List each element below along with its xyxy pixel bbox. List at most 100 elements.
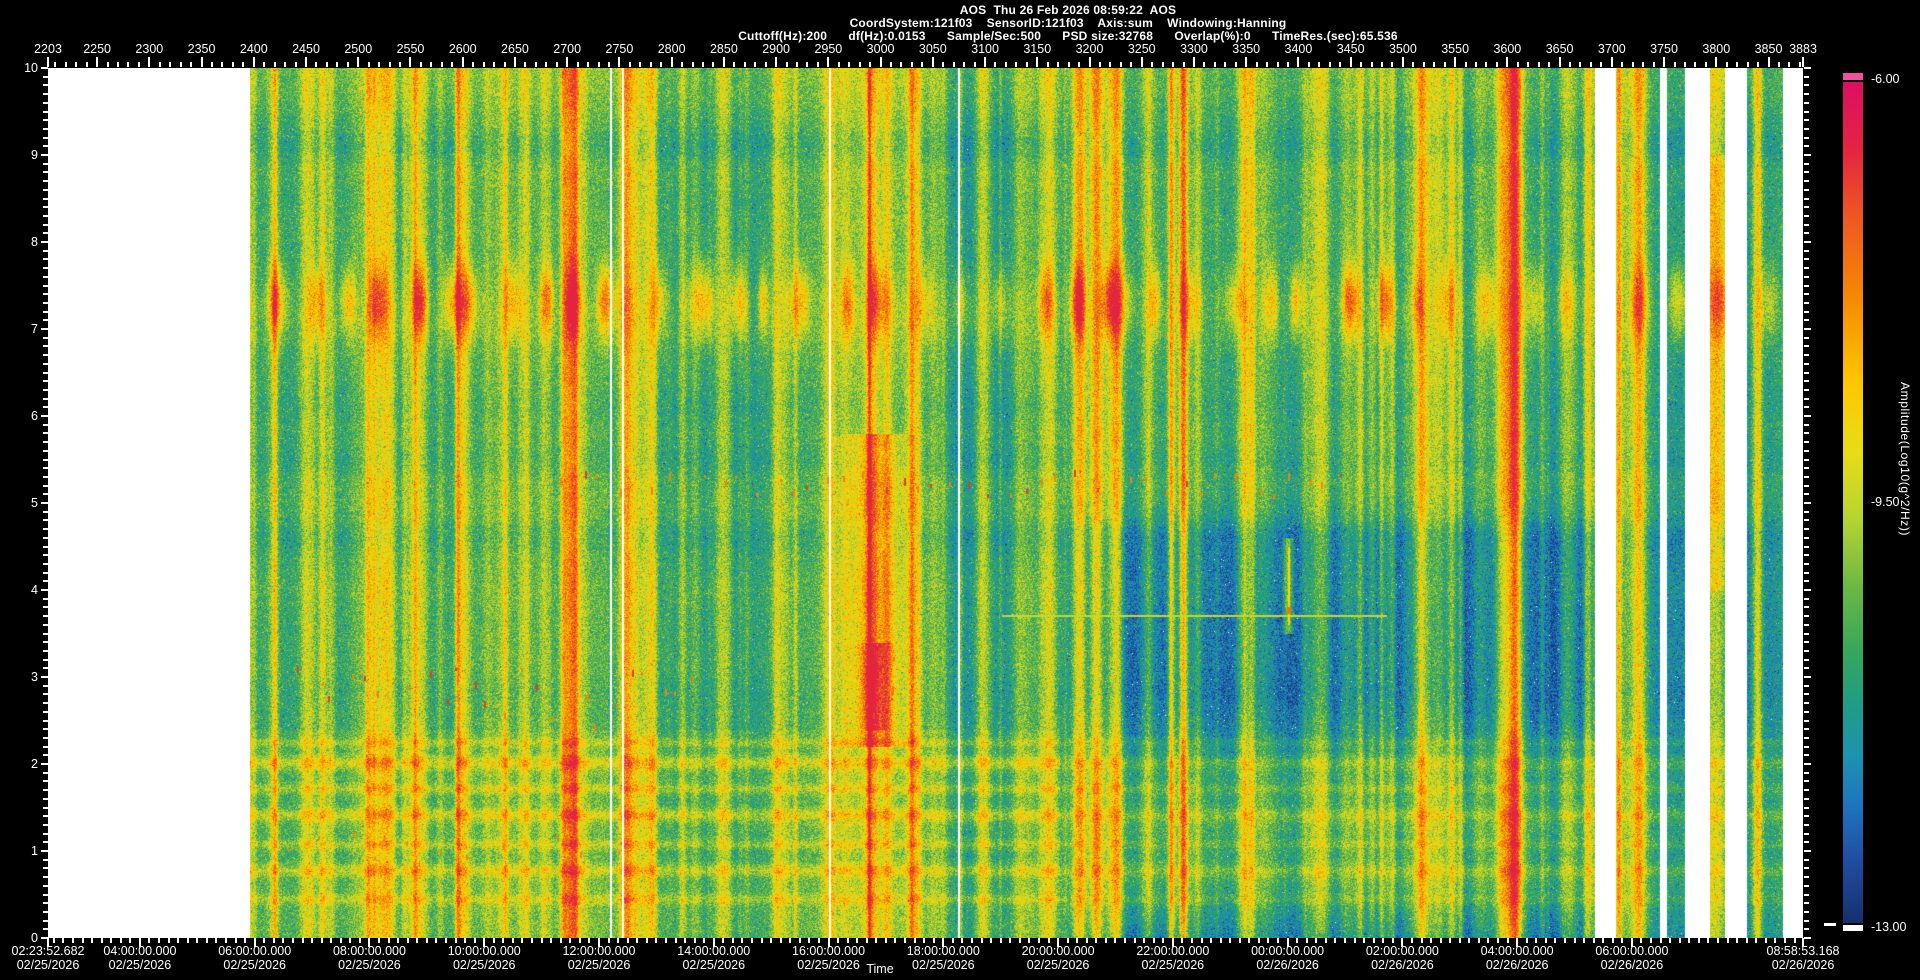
top-axis-minor-tick <box>315 62 318 67</box>
top-axis-minor-tick <box>1109 62 1112 67</box>
bottom-axis-minor-tick <box>1764 938 1767 943</box>
left-axis-minor-tick <box>43 806 48 809</box>
right-axis-minor-tick <box>1804 93 1809 96</box>
left-axis-minor-tick <box>43 597 48 600</box>
top-axis-minor-tick <box>576 62 579 67</box>
top-axis-minor-tick <box>75 62 78 67</box>
top-axis-minor-tick <box>1694 62 1697 67</box>
bottom-axis-minor-tick <box>52 938 55 943</box>
right-axis-minor-tick <box>1804 145 1809 148</box>
left-axis-minor-tick <box>43 545 48 548</box>
right-axis-minor-tick <box>1804 275 1809 278</box>
left-axis-minor-tick <box>43 771 48 774</box>
bottom-axis-minor-tick <box>444 938 447 943</box>
right-axis-minor-tick <box>1804 423 1809 426</box>
bottom-axis-minor-tick <box>215 938 218 943</box>
top-axis-minor-tick <box>399 62 402 67</box>
top-axis-minor-tick <box>294 62 297 67</box>
bottom-axis-minor-tick <box>932 938 935 943</box>
top-axis-major-tick <box>722 57 725 67</box>
top-axis-minor-tick <box>1004 62 1007 67</box>
top-axis-tick-label: 2850 <box>709 42 738 56</box>
top-axis-minor-tick <box>869 62 872 67</box>
left-axis-minor-tick <box>43 284 48 287</box>
left-axis-minor-tick <box>43 136 48 139</box>
left-axis-tick-label: 9 <box>31 148 38 162</box>
bottom-axis-minor-tick <box>1296 938 1299 943</box>
left-axis-minor-tick <box>43 180 48 183</box>
bottom-axis-minor-tick <box>1104 938 1107 943</box>
left-axis-major-tick <box>41 415 48 417</box>
bottom-axis-minor-tick <box>1382 938 1385 943</box>
bottom-axis-minor-tick <box>951 938 954 943</box>
left-axis-tick-label: 10 <box>24 61 38 75</box>
left-axis-minor-tick <box>43 728 48 731</box>
top-axis-minor-tick <box>733 62 736 67</box>
left-axis-minor-tick <box>43 884 48 887</box>
top-axis-minor-tick <box>712 62 715 67</box>
top-axis-major-tick <box>618 57 621 67</box>
left-axis-minor-tick <box>43 876 48 879</box>
bottom-axis-minor-tick <box>1219 938 1222 943</box>
bottom-axis-minor-tick <box>970 938 973 943</box>
left-axis-minor-tick <box>43 815 48 818</box>
left-axis-major-tick <box>41 502 48 504</box>
bottom-axis-minor-tick <box>1774 938 1777 943</box>
bottom-axis-minor-tick <box>1200 938 1203 943</box>
right-axis-major-tick <box>1804 502 1811 504</box>
bottom-axis-minor-tick <box>751 938 754 943</box>
right-axis-minor-tick <box>1804 171 1809 174</box>
right-axis-minor-tick <box>1804 267 1809 270</box>
top-axis-minor-tick <box>660 62 663 67</box>
top-axis-major-tick <box>461 57 464 67</box>
bottom-axis-minor-tick <box>1401 938 1404 943</box>
right-axis-minor-tick <box>1804 736 1809 739</box>
left-axis-minor-tick <box>43 754 48 757</box>
left-axis-minor-tick <box>43 310 48 313</box>
bottom-axis-minor-tick <box>674 938 677 943</box>
bottom-axis-minor-tick <box>865 938 868 943</box>
top-axis-minor-tick <box>628 62 631 67</box>
right-axis-minor-tick <box>1804 623 1809 626</box>
right-axis-major-tick <box>1804 676 1811 678</box>
top-axis-minor-tick <box>273 62 276 67</box>
right-axis-major-tick <box>1804 415 1811 417</box>
spectrogram-heatmap[interactable] <box>48 68 1803 938</box>
left-axis-tick-label: 5 <box>31 496 38 510</box>
left-axis-major-tick <box>41 154 48 156</box>
left-axis-minor-tick <box>43 371 48 374</box>
bottom-axis-minor-tick <box>1630 938 1633 943</box>
left-axis-minor-tick <box>43 910 48 913</box>
bottom-axis-minor-tick <box>186 938 189 943</box>
top-axis-major-tick <box>513 57 516 67</box>
top-axis-minor-tick <box>1286 62 1289 67</box>
bottom-axis-minor-tick <box>808 938 811 943</box>
top-axis-tick-label: 3850 <box>1754 42 1783 56</box>
left-axis-minor-tick <box>43 380 48 383</box>
left-axis-minor-tick <box>43 275 48 278</box>
top-axis-minor-tick <box>701 62 704 67</box>
top-axis-minor-tick <box>555 62 558 67</box>
top-axis-minor-tick <box>1412 62 1415 67</box>
left-axis-minor-tick <box>43 388 48 391</box>
bottom-axis-minor-tick <box>1305 938 1308 943</box>
bottom-axis-tick-label: 14:00:00.000 02/25/2026 <box>677 944 751 972</box>
top-axis-tick-label: 3700 <box>1597 42 1626 56</box>
bottom-axis-tick-label: 04:00:00.000 02/26/2026 <box>1480 944 1554 972</box>
top-axis-major-tick <box>931 57 934 67</box>
header-params-row2: Cuttoff(Hz):200 df(Hz):0.0153 Sample/Sec… <box>738 29 1398 43</box>
bottom-axis-minor-tick <box>1248 938 1251 943</box>
left-axis-minor-tick <box>43 301 48 304</box>
top-axis-minor-tick <box>858 62 861 67</box>
bottom-axis-minor-tick <box>1678 938 1681 943</box>
top-axis-minor-tick <box>1266 62 1269 67</box>
right-axis-minor-tick <box>1804 380 1809 383</box>
bottom-axis-minor-tick <box>138 938 141 943</box>
bottom-axis-tick-label: 10:00:00.000 02/25/2026 <box>447 944 521 972</box>
bottom-axis-minor-tick <box>435 938 438 943</box>
right-axis-minor-tick <box>1804 606 1809 609</box>
top-axis-tick-label: 3150 <box>1023 42 1052 56</box>
right-axis-minor-tick <box>1804 362 1809 365</box>
bottom-axis-minor-tick <box>1726 938 1729 943</box>
right-axis-minor-tick <box>1804 876 1809 879</box>
